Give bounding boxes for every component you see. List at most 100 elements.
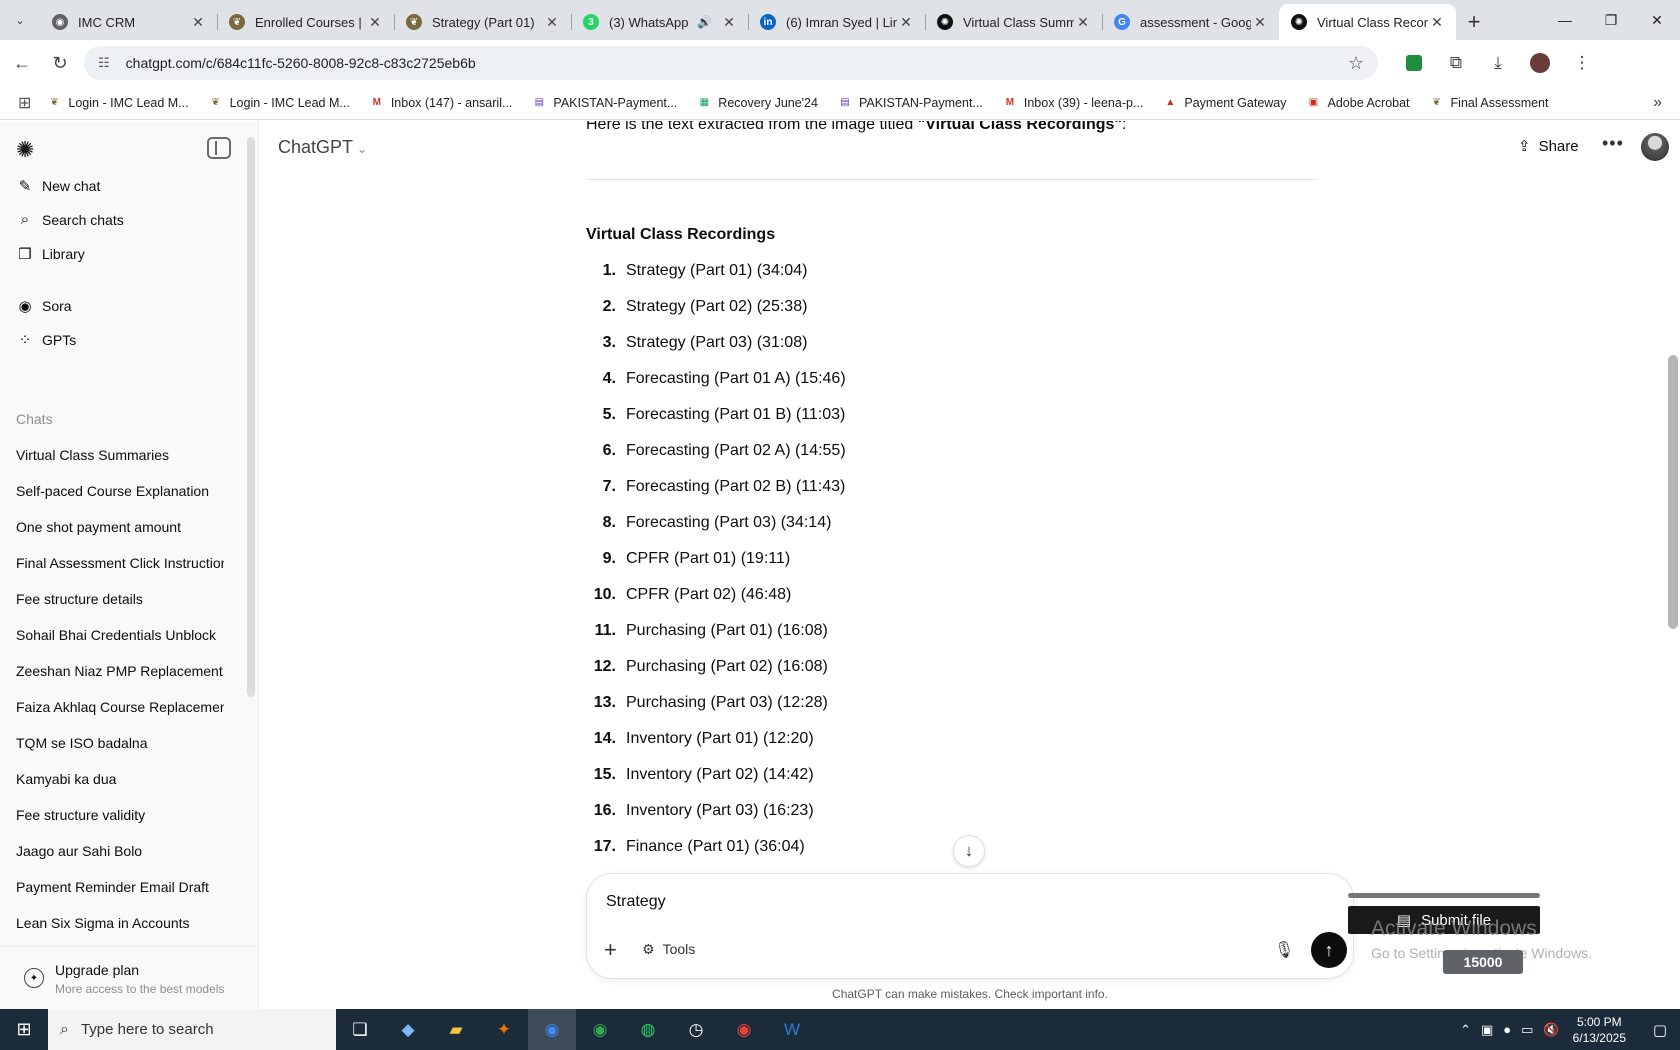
file-explorer-icon[interactable]: ▰ [432,1009,480,1050]
chrome-second-taskbar-icon[interactable]: ◉ [720,1009,768,1050]
browser-tab[interactable]: Gassessment - Google Search✕ [1102,4,1279,40]
tray-app-icon[interactable]: ● [1503,1022,1511,1037]
chat-history-item[interactable]: Zeeshan Niaz PMP Replacement [16,663,224,679]
chat-history-item[interactable]: TQM se ISO badalna [16,735,224,751]
share-button[interactable]: ⇪ Share [1518,137,1579,155]
bookmark-item[interactable]: ▤ PAKISTAN-Payment... [838,96,983,110]
browser-tab[interactable]: ✺ Virtual Class Summaries✕ [925,4,1102,40]
tools-button[interactable]: ⚙ Tools [642,941,695,958]
whatsapp-taskbar-icon[interactable]: ◍ [624,1009,672,1050]
microphone-icon[interactable]: 🎙 [1274,940,1294,960]
bookmark-item[interactable]: ❦ Login - IMC Lead M... [47,96,188,110]
more-options-icon[interactable]: ••• [1602,133,1624,154]
close-tab-icon[interactable]: ✕ [1074,14,1092,31]
sidebar-item-gpts[interactable]: ⁘ GPTs [16,331,77,349]
reload-icon[interactable]: ↻ [44,47,76,79]
tray-chevron-icon[interactable]: ⌃ [1460,1022,1471,1038]
url-text[interactable]: chatgpt.com/c/684c11fc-5260-8008-92c8-c8… [126,55,1348,71]
bookmark-item[interactable]: M Inbox (147) - ansaril... [370,96,513,110]
sidebar-item-sora[interactable]: ◉ Sora [16,297,71,315]
extensions-puzzle-icon[interactable]: ⧉ [1440,47,1472,79]
browser-tab[interactable]: ◉ IMC CRM ✕ [40,4,217,40]
speaker-icon[interactable]: 🔊 [697,15,712,29]
model-selector[interactable]: ChatGPT ⌄ [278,137,367,158]
new-tab-button[interactable]: + [1456,4,1492,40]
pinned-app-icon[interactable]: ✦ [480,1009,528,1050]
browser-tab[interactable]: 3 (3) WhatsApp Business 🔊 ✕ [571,4,748,40]
meet-icon[interactable]: ▣ [1481,1022,1493,1038]
close-tab-icon[interactable]: ✕ [1428,14,1446,31]
address-bar[interactable]: ☷ chatgpt.com/c/684c11fc-5260-8008-92c8-… [84,46,1378,80]
scroll-to-bottom-icon[interactable]: ↓ [953,835,985,867]
user-avatar[interactable] [1641,133,1669,161]
bookmark-star-icon[interactable]: ☆ [1348,53,1364,74]
chat-history-item[interactable]: Kamyabi ka dua [16,771,224,787]
sidebar-scrollbar[interactable] [247,137,255,697]
network-icon[interactable]: ▭ [1521,1022,1533,1038]
send-button[interactable]: ↑ [1311,932,1347,968]
close-window-icon[interactable]: ✕ [1634,0,1680,40]
chat-history-item[interactable]: Virtual Class Summaries [16,447,224,463]
prompt-input[interactable]: Strategy [606,893,666,911]
back-icon[interactable]: ← [6,47,38,79]
bookmark-item[interactable]: ▣ Adobe Acrobat [1307,96,1410,110]
close-tab-icon[interactable]: ✕ [1251,14,1269,31]
bookmark-item[interactable]: ▦ Recovery June'24 [697,96,818,110]
downloads-icon[interactable]: ⤓ [1482,47,1514,79]
chat-history-item[interactable]: Faiza Akhlaq Course Replacement [16,699,224,715]
restore-icon[interactable]: ❐ [1588,0,1634,40]
apps-grid-icon[interactable]: ⊞ [18,93,31,113]
windows-start-icon[interactable]: ⊞ [0,1009,48,1050]
conversation-scrollbar[interactable] [1668,355,1678,629]
site-info-icon[interactable]: ☷ [98,55,110,71]
clock[interactable]: 5:00 PM 6/13/2025 [1573,1014,1626,1046]
browser-tab[interactable]: ✺ Virtual Class Recordings✕ [1279,4,1456,40]
browser-menu-icon[interactable]: ⋮ [1566,47,1598,79]
bookmark-item[interactable]: ❦ Final Assessment [1430,96,1548,110]
taskbar-search[interactable]: ⌕ Type here to search [48,1009,336,1050]
chrome-taskbar-icon[interactable]: ◉ [528,1009,576,1050]
close-tab-icon[interactable]: ✕ [543,14,561,31]
chat-history-item[interactable]: Fee structure validity [16,807,224,823]
close-tab-icon[interactable]: ✕ [189,14,207,31]
close-tab-icon[interactable]: ✕ [897,14,915,31]
bookmark-item[interactable]: M Inbox (39) - leena-p... [1003,96,1144,110]
profile-avatar-icon[interactable] [1524,47,1556,79]
bookmark-item[interactable]: ▲ Payment Gateway [1163,96,1286,110]
browser-tab[interactable]: in (6) Imran Syed | LinkedIn✕ [748,4,925,40]
bookmark-item[interactable]: ❦ Login - IMC Lead M... [209,96,349,110]
openai-logo-icon[interactable]: ✺ [16,137,34,163]
clock-app-icon[interactable]: ◷ [672,1009,720,1050]
close-tab-icon[interactable]: ✕ [720,14,738,31]
chat-history-item[interactable]: Jaago aur Sahi Bolo [16,843,224,859]
browser-tab[interactable]: ❦ Enrolled Courses | IMC✕ [217,4,394,40]
sidebar-item-new-chat[interactable]: ✎ New chat [16,177,101,195]
chrome-profile-taskbar-icon[interactable]: ◉ [576,1009,624,1050]
close-tab-icon[interactable]: ✕ [366,14,384,31]
extension-green-icon[interactable] [1398,47,1430,79]
more-bookmarks-icon[interactable]: » [1653,94,1662,112]
moodle-icon: ❦ [229,14,245,30]
browser-tab[interactable]: ❦ Strategy (Part 01) ✕ [394,4,571,40]
notifications-icon[interactable]: ▢ [1640,1021,1680,1039]
chat-history-item[interactable]: One shot payment amount [16,519,224,535]
forms-icon: ▤ [840,97,850,108]
chat-history-item[interactable]: Final Assessment Click Instructions [16,555,224,571]
task-view-icon[interactable]: ❏ [336,1009,384,1050]
sidebar-item-library[interactable]: ❒ Library [16,245,85,263]
chat-history-item[interactable]: Payment Reminder Email Draft [16,879,224,895]
copilot-icon[interactable]: ◆ [384,1009,432,1050]
tab-search-icon[interactable]: ⌄ [0,0,40,40]
chat-history-item[interactable]: Sohail Bhai Credentials Unblock [16,627,224,643]
add-attachment-icon[interactable]: + [604,937,617,963]
sidebar-item-search-chats[interactable]: ⌕ Search chats [16,211,124,228]
volume-muted-icon[interactable]: 🔇 [1543,1022,1559,1038]
chat-history-item[interactable]: Fee structure details [16,591,224,607]
word-taskbar-icon[interactable]: W [768,1009,816,1050]
minimize-icon[interactable]: — [1542,0,1588,40]
sidebar-toggle-icon[interactable] [207,137,231,159]
chat-history-item[interactable]: Lean Six Sigma in Accounts [16,915,224,931]
chat-history-item[interactable]: Self-paced Course Explanation [16,483,224,499]
upgrade-plan-button[interactable]: ✦ Upgrade plan More access to the best m… [0,946,258,1009]
bookmark-item[interactable]: ▤ PAKISTAN-Payment... [532,96,678,110]
